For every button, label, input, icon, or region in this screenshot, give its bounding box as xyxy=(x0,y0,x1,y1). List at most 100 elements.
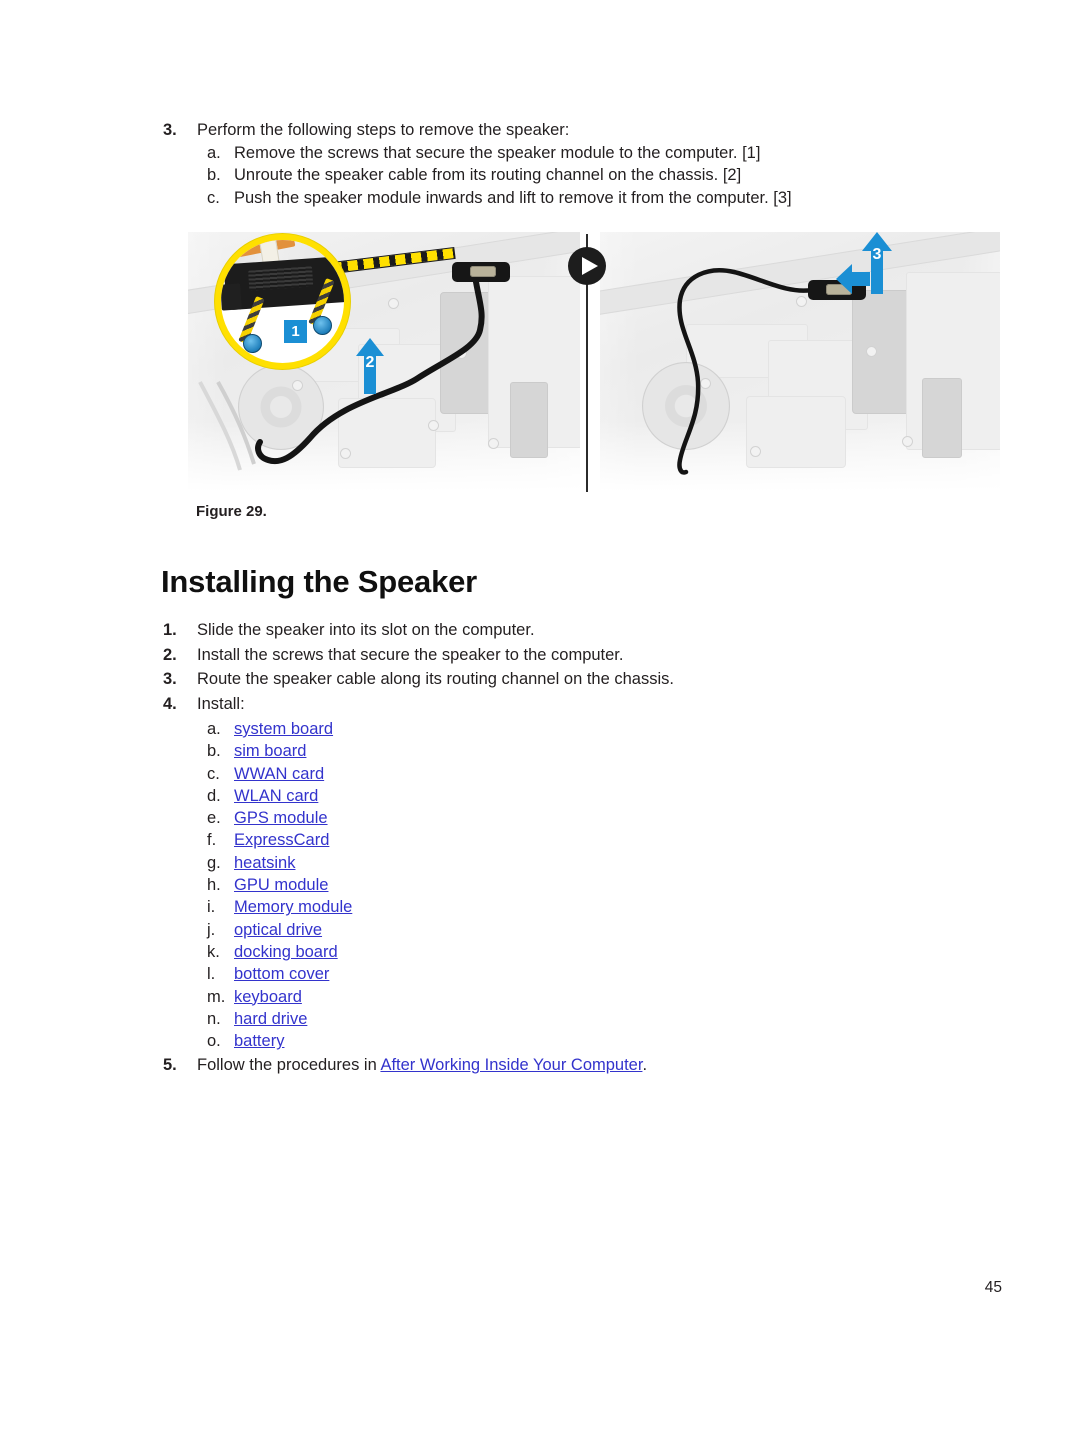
component-link-wrap: hard drive xyxy=(234,1008,963,1030)
component-link-wrap: bottom cover xyxy=(234,963,963,985)
substep-letter: b. xyxy=(207,166,221,184)
speaker-module xyxy=(452,262,510,282)
component-row: k. docking board xyxy=(207,941,963,963)
component-letter: a. xyxy=(207,720,221,738)
figure-panel-left: 1 2 xyxy=(188,232,580,494)
install-step-3: 3. Route the speaker cable along its rou… xyxy=(163,669,963,691)
callout-arrow-3-left xyxy=(836,264,870,294)
step-number: 1. xyxy=(163,621,177,639)
figure-panel-right: 3 xyxy=(600,232,1000,494)
component-link-wrap: WLAN card xyxy=(234,785,963,807)
component-row: o. battery xyxy=(207,1030,963,1052)
component-row: j. optical drive xyxy=(207,919,963,941)
link-heatsink[interactable]: heatsink xyxy=(234,854,295,872)
final-step-prefix: Follow the procedures in xyxy=(197,1056,381,1075)
figure-29-illustration: 1 2 3 xyxy=(188,232,1000,494)
component-link-wrap: GPU module xyxy=(234,874,963,896)
component-link-wrap: heatsink xyxy=(234,852,963,874)
link-wwan-card[interactable]: WWAN card xyxy=(234,765,324,783)
link-battery[interactable]: battery xyxy=(234,1032,284,1050)
component-row: e. GPS module xyxy=(207,807,963,829)
screw-hole xyxy=(488,438,499,449)
chassis-plate xyxy=(510,382,548,458)
substep-text: Remove the screws that secure the speake… xyxy=(234,143,761,162)
install-step-1: 1. Slide the speaker into its slot on th… xyxy=(163,620,963,642)
link-after-working-inside-your-computer[interactable]: After Working Inside Your Computer xyxy=(380,1056,642,1074)
step-text: Follow the procedures in After Working I… xyxy=(197,1055,963,1077)
removal-steps-list: 3. Perform the following steps to remove… xyxy=(163,120,963,209)
component-row: b. sim board xyxy=(207,740,963,762)
callout-arrow-2: 2 xyxy=(356,338,384,394)
link-optical-drive[interactable]: optical drive xyxy=(234,921,322,939)
component-letter: m. xyxy=(207,987,226,1006)
screw-head xyxy=(243,334,262,353)
link-docking-board[interactable]: docking board xyxy=(234,943,338,961)
component-link-wrap: optical drive xyxy=(234,919,963,941)
component-row: n. hard drive xyxy=(207,1008,963,1030)
component-link-wrap: keyboard xyxy=(234,986,963,1008)
component-letter: f. xyxy=(207,831,217,850)
play-circle-icon xyxy=(568,247,606,285)
screw-hole xyxy=(866,346,877,357)
removal-substep-c: c. Push the speaker module inwards and l… xyxy=(207,188,963,210)
component-letter: b. xyxy=(207,742,221,761)
install-step-2: 2. Install the screws that secure the sp… xyxy=(163,645,963,667)
install-step-4: 4. Install: xyxy=(163,694,963,716)
component-row: d. WLAN card xyxy=(207,785,963,807)
component-row: g. heatsink xyxy=(207,852,963,874)
link-memory-module[interactable]: Memory module xyxy=(234,898,352,916)
component-link-wrap: system board xyxy=(234,718,963,740)
step-number: 2. xyxy=(163,645,177,664)
chassis-plate xyxy=(338,398,436,468)
component-row: h. GPU module xyxy=(207,874,963,896)
component-letter: e. xyxy=(207,809,221,828)
chassis-plate xyxy=(746,396,846,468)
component-row: c. WWAN card xyxy=(207,763,963,785)
link-wlan-card[interactable]: WLAN card xyxy=(234,787,318,805)
component-row: i. Memory module xyxy=(207,896,963,918)
link-gpu-module[interactable]: GPU module xyxy=(234,876,328,894)
install-steps-list: 1. Slide the speaker into its slot on th… xyxy=(163,620,963,1080)
component-letter: d. xyxy=(207,786,221,805)
cooling-fan xyxy=(238,364,324,450)
step-text: Slide the speaker into its slot on the c… xyxy=(197,621,535,639)
link-gps-module[interactable]: GPS module xyxy=(234,809,328,827)
component-row: m. keyboard xyxy=(207,986,963,1008)
screw-hole xyxy=(750,446,761,457)
step-text: Perform the following steps to remove th… xyxy=(197,121,570,139)
component-link-wrap: Memory module xyxy=(234,896,963,918)
component-link-wrap: sim board xyxy=(234,740,963,762)
install-step-5: 5. Follow the procedures in After Workin… xyxy=(163,1055,963,1077)
page-number: 45 xyxy=(984,1279,1002,1296)
component-link-wrap: ExpressCard xyxy=(234,829,963,851)
substep-text: Push the speaker module inwards and lift… xyxy=(234,188,792,207)
link-bottom-cover[interactable]: bottom cover xyxy=(234,965,329,983)
link-hard-drive[interactable]: hard drive xyxy=(234,1010,307,1028)
screw-hole xyxy=(456,348,467,359)
component-letter: c. xyxy=(207,764,220,783)
step-number: 4. xyxy=(163,694,177,713)
component-letter: g. xyxy=(207,853,221,872)
screw-hole xyxy=(796,296,807,307)
removal-substep-b: b. Unroute the speaker cable from its ro… xyxy=(207,165,963,187)
link-expresscard[interactable]: ExpressCard xyxy=(234,831,329,849)
chassis-plate xyxy=(922,378,962,458)
figure-caption: Figure 29. xyxy=(196,503,267,520)
screw-hole xyxy=(340,448,351,459)
callout-badge-3: 3 xyxy=(872,246,882,263)
speaker-grille xyxy=(248,266,314,291)
link-keyboard[interactable]: keyboard xyxy=(234,988,302,1006)
substep-text: Unroute the speaker cable from its routi… xyxy=(234,166,742,184)
removal-substep-a: a. Remove the screws that secure the spe… xyxy=(207,143,963,165)
document-page: 3. Perform the following steps to remove… xyxy=(0,0,1080,1434)
step-text: Install: xyxy=(197,694,245,713)
page-title: Installing the Speaker xyxy=(161,564,478,599)
component-link-wrap: battery xyxy=(234,1030,963,1052)
magnifier-inset xyxy=(215,234,350,369)
component-letter: h. xyxy=(207,876,221,895)
cooling-fan xyxy=(642,362,730,450)
link-system-board[interactable]: system board xyxy=(234,720,333,738)
step-text: Install the screws that secure the speak… xyxy=(197,645,624,664)
link-sim-board[interactable]: sim board xyxy=(234,742,306,760)
screw-hole xyxy=(902,436,913,447)
